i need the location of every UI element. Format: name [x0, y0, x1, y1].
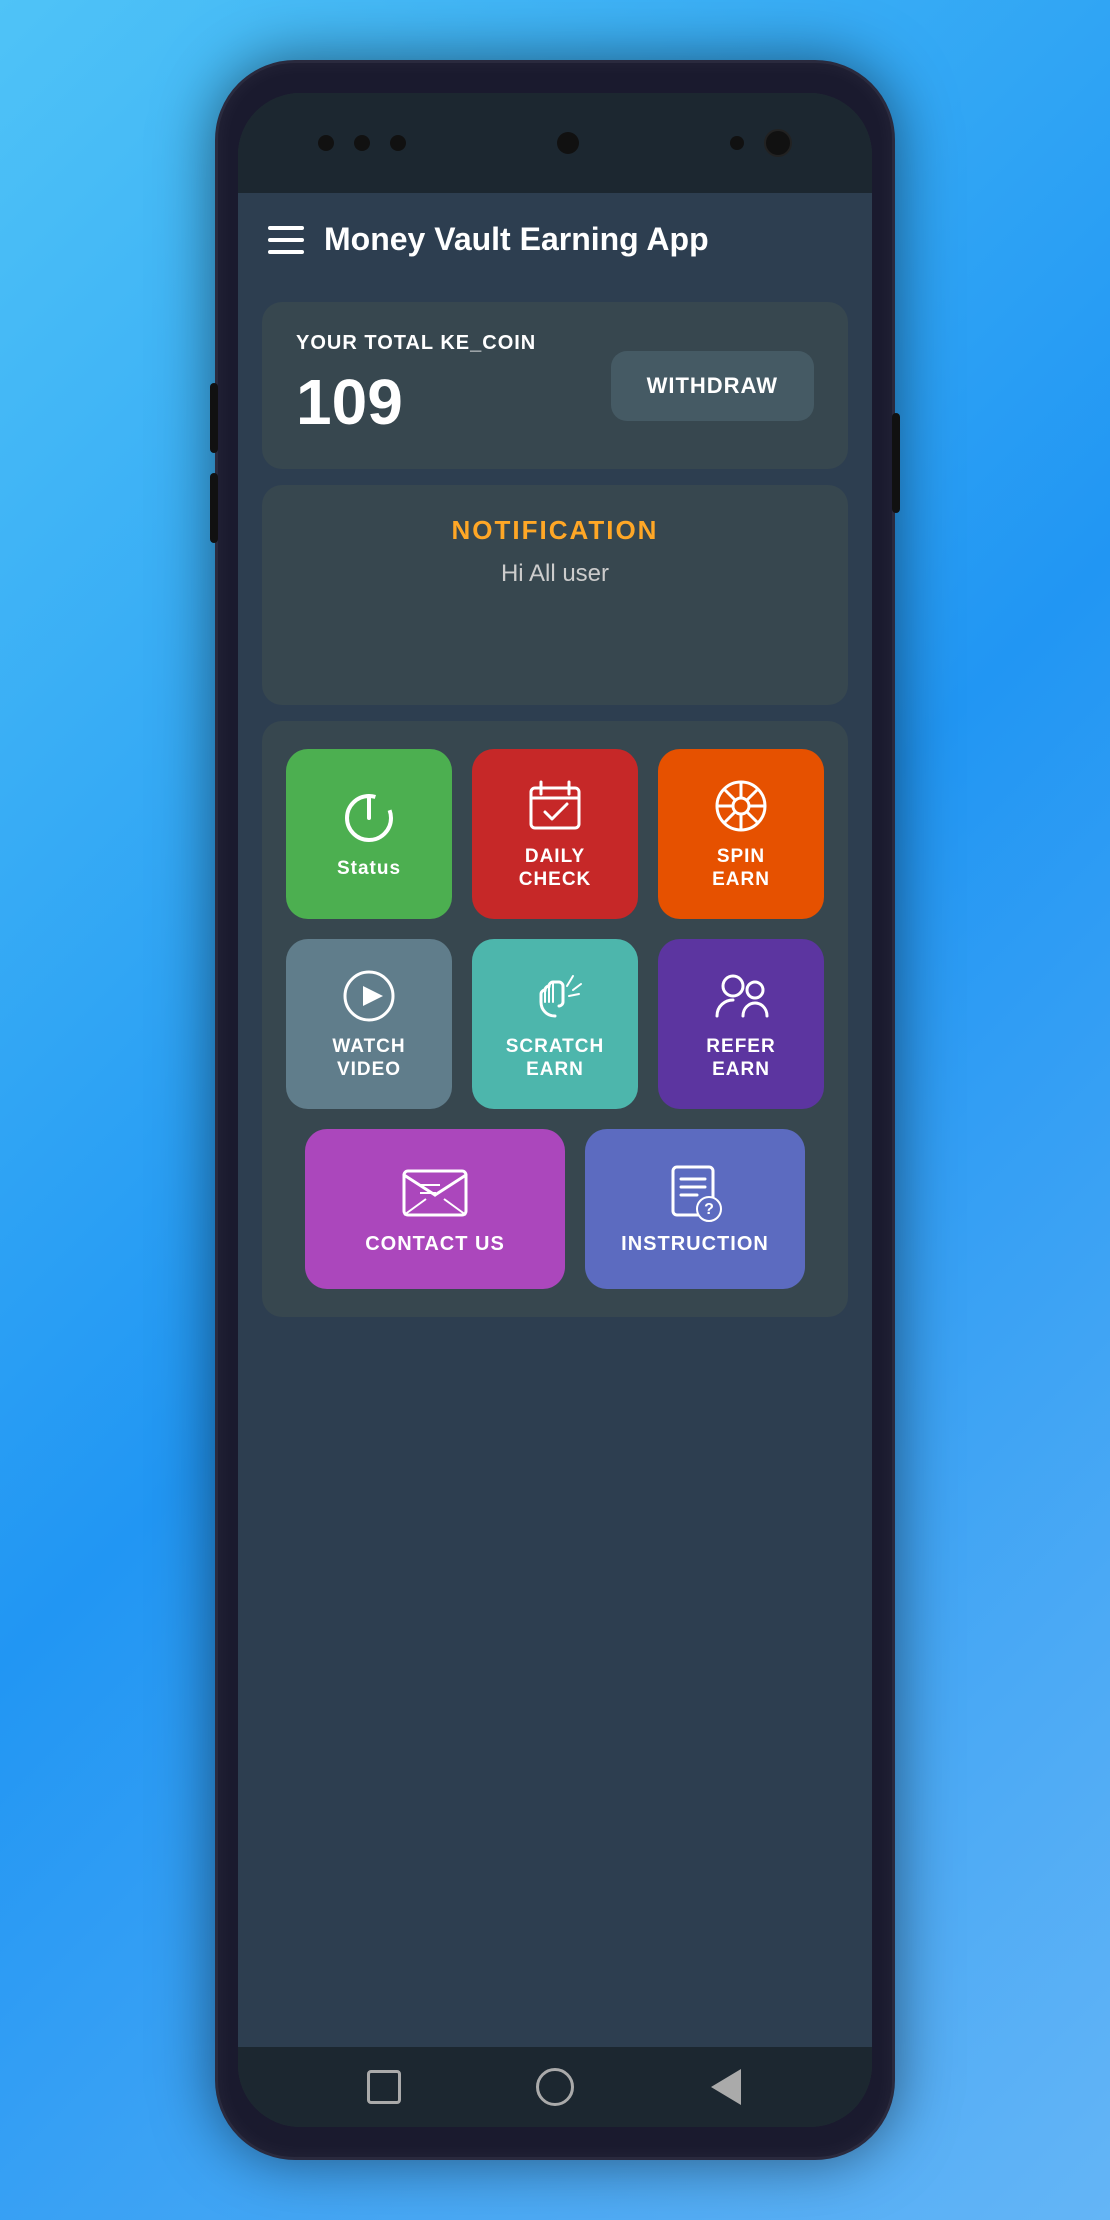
instruction-button[interactable]: ? INSTRUCTION: [585, 1129, 805, 1289]
status-label: Status: [337, 858, 401, 881]
grid-row-1: Status DAILYC: [286, 749, 824, 919]
screen-content: Money Vault Earning App YOUR TOTAL KE_CO…: [238, 193, 872, 2047]
coin-card: YOUR TOTAL KE_COIN 109 WITHDRAW: [262, 302, 848, 469]
rear-camera: [764, 129, 792, 157]
volume-up-button[interactable]: [210, 383, 218, 453]
notification-card: NOTIFICATION Hi All user: [262, 485, 848, 705]
withdraw-button[interactable]: WITHDRAW: [611, 351, 814, 421]
refer-earn-button[interactable]: REFEREARN: [658, 939, 824, 1109]
contact-us-label: CONTACT US: [365, 1233, 505, 1256]
speaker3: [390, 135, 406, 151]
volume-down-button[interactable]: [210, 473, 218, 543]
contact-us-button[interactable]: CONTACT US: [305, 1129, 565, 1289]
phone-nav-bar: [238, 2047, 872, 2127]
calendar-check-icon: [525, 776, 585, 836]
recent-apps-icon: [367, 2070, 401, 2104]
phone-top-bar: [238, 93, 872, 193]
sensors: [730, 129, 792, 157]
home-icon: [536, 2068, 574, 2106]
spin-earn-label: SPINEARN: [712, 846, 770, 892]
grid-row-3: CONTACT US ?: [286, 1129, 824, 1289]
notification-message: Hi All user: [296, 560, 814, 588]
scratch-icon: [525, 966, 585, 1026]
camera-area: [318, 135, 406, 151]
front-camera: [557, 132, 579, 154]
scratch-earn-label: SCRATCHEARN: [506, 1036, 604, 1082]
spin-earn-button[interactable]: SPINEARN: [658, 749, 824, 919]
phone-device: Money Vault Earning App YOUR TOTAL KE_CO…: [215, 60, 895, 2160]
coin-info: YOUR TOTAL KE_COIN 109: [296, 332, 536, 439]
hamburger-menu-button[interactable]: [268, 226, 304, 254]
coin-label: YOUR TOTAL KE_COIN: [296, 332, 536, 355]
grid-row-2: WATCHVIDEO: [286, 939, 824, 1109]
back-icon: [711, 2069, 741, 2105]
nav-back-button[interactable]: [701, 2062, 751, 2112]
scratch-earn-button[interactable]: SCRATCHEARN: [472, 939, 638, 1109]
refer-icon: [711, 966, 771, 1026]
mail-icon: [400, 1163, 470, 1223]
actions-grid: Status DAILYC: [262, 721, 848, 1317]
instruction-icon: ?: [665, 1163, 725, 1223]
daily-check-label: DAILYCHECK: [519, 846, 592, 892]
spin-wheel-icon: [711, 776, 771, 836]
speaker: [318, 135, 334, 151]
daily-check-button[interactable]: DAILYCHECK: [472, 749, 638, 919]
watch-video-label: WATCHVIDEO: [332, 1036, 405, 1082]
status-button[interactable]: Status: [286, 749, 452, 919]
play-icon: [339, 966, 399, 1026]
power-icon: [339, 788, 399, 848]
app-title: Money Vault Earning App: [324, 221, 709, 258]
refer-earn-label: REFEREARN: [706, 1036, 775, 1082]
svg-text:?: ?: [704, 1201, 714, 1218]
watch-video-button[interactable]: WATCHVIDEO: [286, 939, 452, 1109]
coin-value: 109: [296, 365, 536, 439]
nav-home-button[interactable]: [530, 2062, 580, 2112]
nav-recent-apps-button[interactable]: [359, 2062, 409, 2112]
power-button[interactable]: [892, 413, 900, 513]
phone-screen: Money Vault Earning App YOUR TOTAL KE_CO…: [238, 93, 872, 2127]
sensor1: [730, 136, 744, 150]
instruction-label: INSTRUCTION: [621, 1233, 769, 1256]
app-header: Money Vault Earning App: [238, 193, 872, 286]
notification-title: NOTIFICATION: [296, 515, 814, 546]
speaker2: [354, 135, 370, 151]
